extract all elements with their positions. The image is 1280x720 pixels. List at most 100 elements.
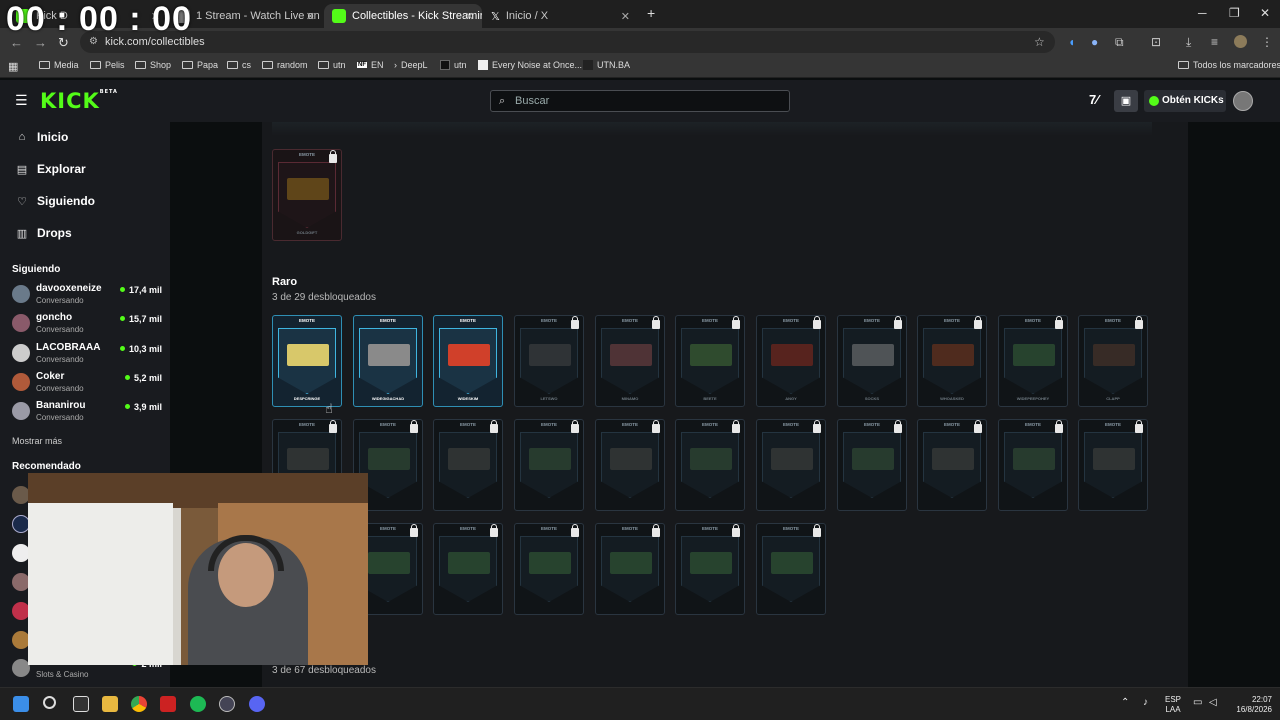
extension-icon[interactable]: ●: [1091, 35, 1098, 49]
lock-icon: [329, 150, 337, 163]
netflix-icon[interactable]: [160, 696, 176, 712]
explore-icon: ▤: [16, 163, 28, 176]
kick-tokens-icon[interactable]: 7⁄: [1089, 92, 1098, 107]
extensions-puzzle-icon[interactable]: ⧉: [1115, 35, 1124, 50]
windows-start-icon[interactable]: [13, 696, 29, 712]
tab-x[interactable]: 𝕏 Inicio / X ✕: [483, 4, 638, 28]
get-kicks-button[interactable]: Obtén KICKs: [1144, 90, 1226, 112]
folder-icon: [182, 61, 193, 69]
minimize-button[interactable]: ─: [1198, 6, 1207, 20]
followed-channel[interactable]: goncho Conversando 15,7 mil: [12, 312, 162, 340]
extension-icon[interactable]: ◖: [1068, 35, 1075, 49]
bookmark-deepl[interactable]: › DeepL: [394, 60, 428, 70]
followed-channel[interactable]: Coker Conversando 5,2 mil: [12, 371, 162, 399]
dashboard-icon[interactable]: ▣: [1114, 90, 1138, 112]
emote-art: [368, 344, 410, 366]
collectible-card[interactable]: EMOTE BEETE: [675, 315, 745, 407]
kick-logo[interactable]: KICKBETA: [40, 89, 118, 113]
close-tab-icon[interactable]: ✕: [306, 10, 315, 23]
collectible-card[interactable]: EMOTE: [675, 523, 745, 615]
bookmark-star-icon[interactable]: ☆: [1034, 35, 1045, 49]
followed-channel[interactable]: LACOBRAAA Conversando 10,3 mil: [12, 342, 162, 370]
collectible-card[interactable]: EMOTE: [595, 419, 665, 511]
close-tab-icon[interactable]: ✕: [621, 10, 630, 23]
close-window-button[interactable]: ✕: [1260, 6, 1270, 20]
sidebar-item-siguiendo[interactable]: ♡ Siguiendo: [16, 194, 95, 208]
collectible-card[interactable]: EMOTE: [675, 419, 745, 511]
show-more-link[interactable]: Mostrar más: [12, 436, 62, 446]
user-avatar[interactable]: [1233, 91, 1253, 111]
hamburger-menu-icon[interactable]: ☰: [15, 92, 28, 109]
bookmark-media[interactable]: Media: [39, 60, 79, 70]
bookmark-utn[interactable]: utn: [318, 60, 346, 70]
tray-chevron-icon[interactable]: ⌃: [1121, 698, 1129, 708]
collectible-card[interactable]: EMOTE ANGY: [756, 315, 826, 407]
followed-channel[interactable]: davooxeneize Conversando 17,4 mil: [12, 283, 162, 311]
collectible-card[interactable]: EMOTE WHOASKED: [917, 315, 987, 407]
restore-button[interactable]: ❐: [1229, 6, 1240, 20]
emote-art: [368, 448, 410, 470]
bookmark-utnba[interactable]: UTN.BA: [583, 60, 630, 70]
steam-icon[interactable]: [219, 696, 235, 712]
emote-art: [771, 448, 813, 470]
bookmark-papa[interactable]: Papa: [182, 60, 218, 70]
collectible-card[interactable]: EMOTE: [998, 419, 1068, 511]
collectible-card[interactable]: EMOTE: [1078, 419, 1148, 511]
language-indicator[interactable]: ESP LAA: [1162, 695, 1184, 715]
network-icon[interactable]: ▭: [1193, 698, 1202, 708]
bookmark-everynoise[interactable]: Every Noise at Once...: [478, 60, 582, 70]
sidebar-item-explorar[interactable]: ▤ Explorar: [16, 162, 86, 176]
collectible-card[interactable]: EMOTE: [514, 419, 584, 511]
collectible-card[interactable]: EMOTE SOCKS: [837, 315, 907, 407]
collectible-card[interactable]: EMOTE: [433, 419, 503, 511]
collectible-card[interactable]: EMOTE: [595, 523, 665, 615]
collectible-card[interactable]: EMOTE WIDEPEEPOHEY: [998, 315, 1068, 407]
sidebar-item-drops[interactable]: ▥ Drops: [16, 226, 72, 240]
apps-grid-icon[interactable]: ▦: [8, 60, 18, 73]
search-icon[interactable]: [43, 696, 56, 709]
collectible-card[interactable]: EMOTE: [756, 419, 826, 511]
tab-collectibles[interactable]: Collectibles - Kick Streaming ✕: [324, 4, 482, 28]
task-view-icon[interactable]: [73, 696, 89, 712]
folder-icon: [39, 61, 50, 69]
download-icon[interactable]: ⤓: [1186, 35, 1191, 50]
followed-channel[interactable]: Bananirou Conversando 3,9 mil: [12, 400, 162, 428]
collectible-card[interactable]: EMOTE: [917, 419, 987, 511]
search-input[interactable]: ⌕ Buscar: [490, 90, 790, 112]
bookmark-en[interactable]: NF EN: [357, 60, 384, 70]
discord-icon[interactable]: [249, 696, 265, 712]
collectible-card[interactable]: EMOTE: [837, 419, 907, 511]
collectible-card[interactable]: EMOTE WIDESKIM: [433, 315, 503, 407]
reading-list-icon[interactable]: ≡: [1211, 35, 1218, 49]
emote-art: [610, 448, 652, 470]
profile-sync-icon[interactable]: ⊡: [1151, 35, 1161, 49]
collectible-card[interactable]: EMOTE WIDEGIGACHAD: [353, 315, 423, 407]
profile-avatar-icon[interactable]: [1234, 35, 1247, 48]
folder-icon: [227, 61, 238, 69]
bookmark-utn-2[interactable]: utn: [440, 60, 467, 70]
collectible-card[interactable]: EMOTE MINAMO: [595, 315, 665, 407]
spotify-icon[interactable]: [190, 696, 206, 712]
bookmark-cs[interactable]: cs: [227, 60, 251, 70]
all-bookmarks[interactable]: Todos los marcadores: [1178, 60, 1280, 70]
collectible-card[interactable]: EMOTE: [514, 523, 584, 615]
collectible-card-goldgift[interactable]: EMOTE GOLDGIFT: [272, 149, 342, 241]
bookmark-pelis[interactable]: Pelis: [90, 60, 125, 70]
new-tab-button[interactable]: +: [647, 5, 655, 21]
collectible-card[interactable]: EMOTE DESPCRINGE: [272, 315, 342, 407]
volume-icon[interactable]: ◁: [1209, 698, 1217, 708]
collectible-card[interactable]: EMOTE CLAPP: [1078, 315, 1148, 407]
microphone-icon[interactable]: ♪: [1143, 698, 1148, 708]
close-tab-icon[interactable]: ✕: [465, 10, 474, 23]
collectible-card[interactable]: EMOTE: [433, 523, 503, 615]
collectible-card[interactable]: EMOTE LETSWO: [514, 315, 584, 407]
collectible-card[interactable]: EMOTE: [756, 523, 826, 615]
url-input[interactable]: ⚙ kick.com/collectibles: [80, 31, 1055, 53]
bookmark-random[interactable]: random: [262, 60, 308, 70]
chrome-icon[interactable]: [131, 696, 147, 712]
bookmark-shop[interactable]: Shop: [135, 60, 171, 70]
menu-dots-icon[interactable]: ⋮: [1261, 35, 1273, 49]
sidebar-item-inicio[interactable]: ⌂ Inicio: [16, 130, 69, 144]
clock[interactable]: 22:07 16/8/2026: [1228, 695, 1272, 715]
file-explorer-icon[interactable]: [102, 696, 118, 712]
